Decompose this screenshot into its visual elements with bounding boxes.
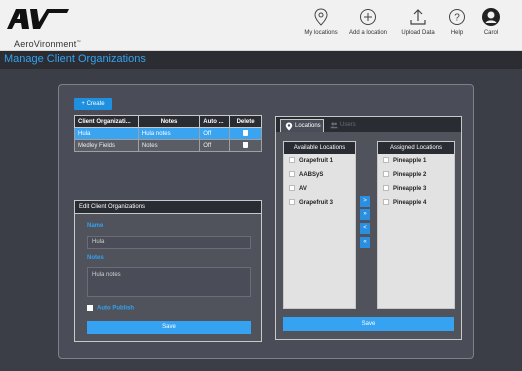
table-row[interactable]: Hula Hula notes Off — [74, 127, 262, 140]
assigned-locations-list: Assigned Locations Pineapple 1 Pineapple… — [377, 141, 455, 309]
table-row[interactable]: Medley Fields Notes Off — [74, 139, 262, 152]
location-name: Grapefruit 3 — [299, 200, 334, 206]
page-title-bar: Manage Client Organizations — [0, 51, 522, 69]
svg-text:?: ? — [454, 13, 460, 24]
list-item[interactable]: Pineapple 3 — [378, 182, 454, 196]
column-header-delete: Delete — [229, 115, 262, 128]
delete-cell[interactable] — [229, 139, 262, 152]
trash-icon[interactable] — [243, 129, 249, 136]
location-name: Pineapple 4 — [393, 200, 427, 206]
move-selected-left-button[interactable]: < — [360, 223, 370, 234]
delete-cell[interactable] — [229, 127, 262, 140]
assigned-locations-header: Assigned Locations — [378, 142, 454, 154]
location-pin-icon — [285, 122, 293, 131]
nav-user-account[interactable]: Carol — [478, 7, 504, 36]
org-auto-cell[interactable]: Off — [199, 127, 231, 140]
list-item[interactable]: AABSyS — [284, 168, 355, 182]
nav-my-locations[interactable]: My locations — [301, 7, 341, 36]
column-header-notes[interactable]: Notes — [137, 115, 201, 128]
location-checkbox[interactable] — [383, 185, 389, 192]
list-item[interactable]: Grapefruit 3 — [284, 196, 355, 210]
users-icon — [330, 122, 338, 129]
org-name-cell[interactable]: Medley Fields — [74, 139, 139, 152]
notes-field[interactable]: Hula notes — [87, 267, 251, 297]
list-item[interactable]: Grapefruit 1 — [284, 154, 355, 168]
move-all-left-button[interactable]: « — [360, 237, 370, 248]
upload-icon — [410, 9, 426, 25]
move-all-right-button[interactable]: » — [360, 209, 370, 220]
location-checkbox[interactable] — [289, 185, 295, 192]
av-logo-mark — [7, 9, 69, 29]
location-pin-icon — [314, 8, 328, 26]
auto-publish-label: Auto Publish — [97, 305, 134, 312]
nav-add-location[interactable]: Add a location — [345, 7, 391, 36]
nav-label: Carol — [483, 30, 499, 36]
location-name: AABSyS — [299, 172, 324, 178]
plus-circle-icon — [360, 9, 376, 25]
location-checkbox[interactable] — [289, 157, 295, 164]
tab-users[interactable]: Users — [326, 119, 362, 132]
available-locations-header: Available Locations — [284, 142, 355, 154]
aerovironment-logo[interactable]: AeroVironment™ — [7, 9, 80, 49]
available-locations-list: Available Locations Grapefruit 1 AABSyS … — [283, 141, 356, 309]
tab-label: Users — [340, 122, 356, 128]
company-name: AeroVironment™ — [14, 39, 81, 49]
list-item[interactable]: Pineapple 1 — [378, 154, 454, 168]
location-name: Pineapple 2 — [393, 172, 427, 178]
tab-locations[interactable]: Locations — [280, 119, 324, 132]
user-icon — [482, 8, 500, 26]
location-name: Pineapple 3 — [393, 186, 427, 192]
location-checkbox[interactable] — [289, 171, 295, 178]
org-notes-cell[interactable]: Notes — [137, 139, 201, 152]
list-item[interactable]: Pineapple 2 — [378, 168, 454, 182]
page-title: Manage Client Organizations — [4, 53, 146, 65]
location-checkbox[interactable] — [383, 199, 389, 206]
nav-label: Upload Data — [401, 30, 435, 36]
location-name: Pineapple 1 — [393, 158, 427, 164]
nav-label: Help — [450, 30, 464, 36]
location-name: AV — [299, 186, 307, 192]
nav-label: My locations — [304, 30, 338, 36]
org-notes-cell[interactable]: Hula notes — [137, 127, 201, 140]
org-name-cell[interactable]: Hula — [74, 127, 139, 140]
nav-label: Add a location — [348, 30, 388, 36]
location-checkbox[interactable] — [383, 171, 389, 178]
trash-icon[interactable] — [243, 141, 249, 148]
create-button[interactable]: + Create — [74, 98, 112, 110]
location-checkbox[interactable] — [383, 157, 389, 164]
location-checkbox[interactable] — [289, 199, 295, 206]
save-locations-button[interactable]: Save — [283, 317, 454, 331]
edit-panel-title: Edit Client Organizations — [75, 201, 261, 214]
tab-bar: Locations Users — [276, 117, 461, 132]
save-organization-button[interactable]: Save — [87, 321, 251, 334]
nav-help[interactable]: ? Help — [444, 7, 470, 36]
name-field[interactable]: Hula — [87, 236, 251, 249]
column-header-client-organization[interactable]: Client Organizati... — [74, 115, 139, 128]
list-item[interactable]: AV — [284, 182, 355, 196]
list-item[interactable]: Pineapple 4 — [378, 196, 454, 210]
move-selected-right-button[interactable]: > — [360, 196, 370, 207]
nav-upload-data[interactable]: Upload Data — [398, 7, 438, 36]
column-header-auto-publish[interactable]: Auto ... — [199, 115, 231, 128]
edit-organization-panel: Edit Client Organizations Name Hula Note… — [74, 200, 262, 342]
tab-label: Locations — [295, 123, 321, 129]
auto-publish-checkbox[interactable] — [87, 305, 93, 311]
org-auto-cell[interactable]: Off — [199, 139, 231, 152]
location-name: Grapefruit 1 — [299, 158, 334, 164]
notes-label: Notes — [87, 255, 104, 261]
auto-publish-row[interactable]: Auto Publish — [87, 305, 134, 312]
client-organizations-table: Client Organizati... Notes Auto ... Dele… — [74, 115, 262, 152]
name-label: Name — [87, 223, 104, 229]
app-header: AeroVironment™ My locations Add a locati… — [0, 0, 522, 51]
help-icon: ? — [449, 9, 465, 25]
